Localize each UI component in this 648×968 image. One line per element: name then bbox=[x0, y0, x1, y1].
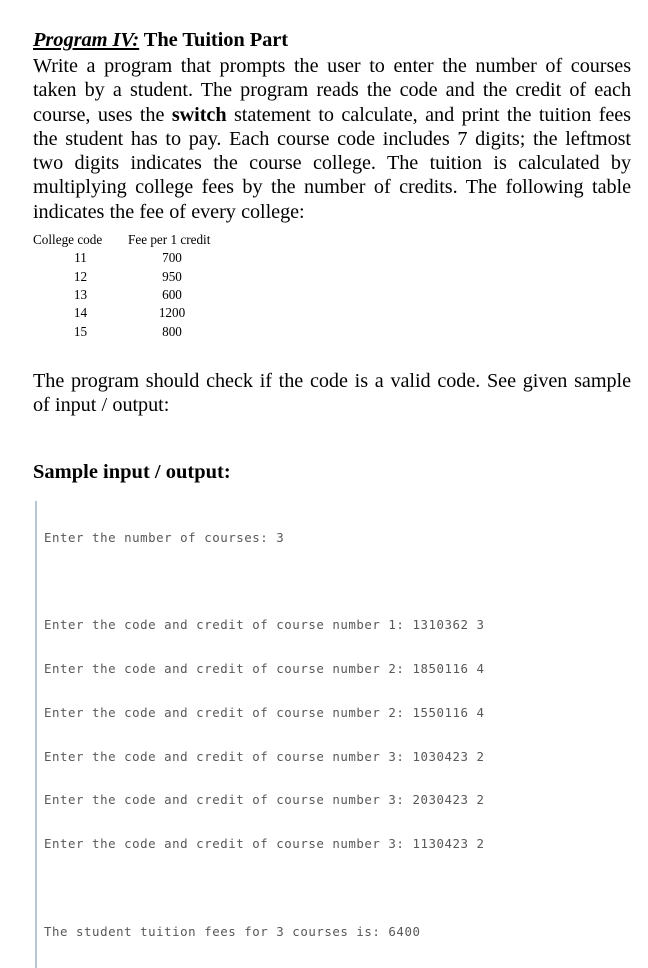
fee-table-header-row: College code Fee per 1 credit bbox=[33, 231, 216, 249]
college-fee-table: College code Fee per 1 credit 11 700 12 … bbox=[33, 231, 216, 341]
console-line: Enter the code and credit of course numb… bbox=[44, 704, 485, 720]
fee-table-cell-code: 14 bbox=[73, 305, 88, 321]
intro-paragraph: Write a program that prompts the user to… bbox=[33, 54, 631, 224]
table-row: 14 1200 bbox=[33, 304, 216, 322]
console-line: Enter the code and credit of course numb… bbox=[44, 748, 485, 764]
fee-table-cell-fee: 600 bbox=[162, 286, 182, 302]
fee-table-cell-fee: 700 bbox=[162, 250, 182, 266]
fee-table-cell-code: 15 bbox=[73, 323, 88, 339]
console-line: Enter the code and credit of course numb… bbox=[44, 617, 485, 633]
fee-table-body: 11 700 12 950 13 600 14 1200 15 800 bbox=[33, 249, 216, 340]
fee-table-header-code: College code bbox=[33, 232, 103, 248]
validation-paragraph: The program should check if the code is … bbox=[33, 369, 631, 417]
table-row: 13 600 bbox=[33, 286, 216, 304]
document-page: Program IV: The Tuition Part Write a pro… bbox=[0, 0, 648, 968]
console-line: Enter the code and credit of course numb… bbox=[44, 660, 485, 676]
switch-keyword: switch bbox=[171, 103, 227, 126]
console-line: Enter the code and credit of course numb… bbox=[44, 836, 485, 852]
console-line: Enter the code and credit of course numb… bbox=[44, 792, 485, 808]
fee-table-cell-fee: 1200 bbox=[158, 305, 186, 321]
fee-table-cell-code: 11 bbox=[74, 250, 87, 266]
page-title-rest: The Tuition Part bbox=[139, 29, 289, 51]
table-row: 12 950 bbox=[33, 268, 216, 286]
fee-table-head: College code Fee per 1 credit bbox=[33, 231, 216, 249]
console-line: Enter the number of courses: 3 bbox=[44, 529, 285, 545]
page-title-program-label: Program IV: bbox=[33, 29, 140, 51]
fee-table-cell-fee: 800 bbox=[162, 323, 182, 339]
console-output-block: Enter the number of courses: 3 Enter the… bbox=[35, 501, 630, 968]
table-row: 15 800 bbox=[33, 323, 216, 341]
console-line: The student tuition fees for 3 courses i… bbox=[44, 923, 421, 939]
fee-table-header-fee: Fee per 1 credit bbox=[128, 232, 211, 248]
fee-table-cell-code: 13 bbox=[73, 286, 88, 302]
page-title: Program IV: The Tuition Part bbox=[33, 28, 630, 53]
fee-table-cell-code: 12 bbox=[73, 268, 88, 284]
fee-table-cell-fee: 950 bbox=[162, 268, 182, 284]
sample-io-heading: Sample input / output: bbox=[33, 461, 231, 484]
table-row: 11 700 bbox=[33, 249, 216, 267]
